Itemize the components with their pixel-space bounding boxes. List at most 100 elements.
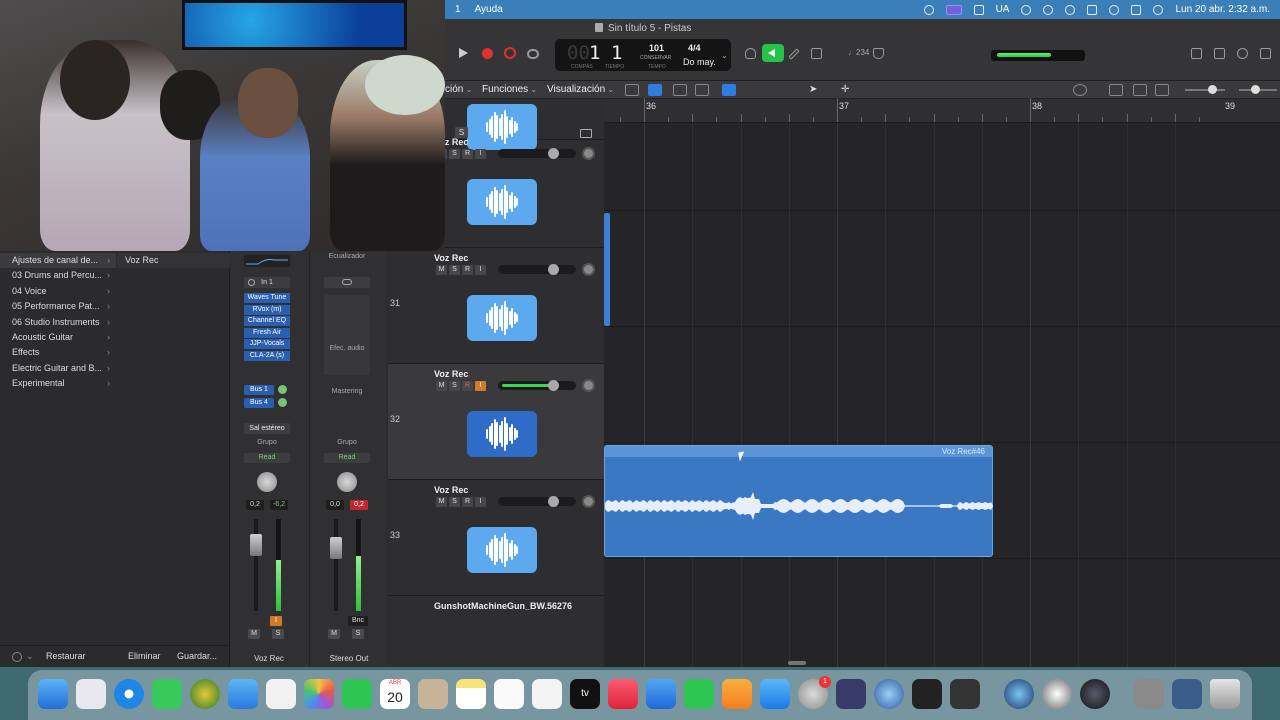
lcd-display[interactable]: 00 1 1 COMPÁS TIEMPO 101 CONSERVAR TEMPO… — [555, 39, 731, 71]
eq-thumbnail[interactable] — [244, 255, 290, 267]
group-slot[interactable]: Grupo — [244, 439, 290, 446]
track-volume-slider[interactable] — [498, 148, 576, 159]
save-button[interactable]: Guardar... — [177, 651, 217, 661]
group-slot[interactable]: Grupo — [324, 439, 370, 446]
mute-button[interactable]: M — [248, 629, 260, 639]
music-icon[interactable] — [608, 679, 638, 709]
mute-button[interactable]: M — [328, 629, 340, 639]
settings-icon[interactable] — [12, 652, 22, 662]
mute-button[interactable]: M — [436, 497, 447, 507]
menu-view[interactable]: Visualización — [547, 84, 614, 95]
waveform-zoom-icon[interactable] — [1109, 84, 1123, 96]
status-icon[interactable] — [923, 4, 934, 15]
reminders-icon[interactable] — [494, 679, 524, 709]
freeform-icon[interactable] — [532, 679, 562, 709]
notepad-icon[interactable] — [1214, 48, 1225, 59]
recent-screenshot-icon[interactable] — [1172, 679, 1202, 709]
link-icon[interactable] — [324, 277, 370, 288]
cycle-button[interactable] — [527, 49, 539, 59]
library-category[interactable]: Electric Guitar and B... › — [0, 361, 116, 376]
record-enable-button[interactable]: R — [462, 497, 473, 507]
horizontal-zoom-handle[interactable] — [1251, 85, 1260, 94]
tracks-zoom-icon[interactable] — [1155, 84, 1169, 96]
pan-knob[interactable] — [337, 472, 357, 492]
library-patch[interactable]: Voz Rec — [117, 253, 230, 269]
metronome-icon[interactable] — [873, 48, 884, 59]
pan-knob[interactable] — [257, 472, 277, 492]
automation-mode[interactable]: Read — [324, 453, 370, 463]
menubar-clock[interactable]: Lun 20 abr. 2:32 a.m. — [1175, 4, 1270, 15]
library-category[interactable]: Experimental › — [0, 376, 116, 391]
browser-icon[interactable] — [1260, 48, 1271, 59]
menu-edit[interactable]: ción — [445, 84, 472, 95]
waves-central-icon[interactable] — [1004, 679, 1034, 709]
track-volume-slider[interactable] — [498, 496, 576, 507]
audio-app-icon[interactable] — [874, 679, 904, 709]
input-monitor-button[interactable]: I — [270, 616, 282, 626]
control-center-icon[interactable] — [1131, 4, 1142, 15]
input-format-icon[interactable] — [248, 279, 255, 286]
menu-item-window[interactable]: 1 — [455, 4, 461, 15]
menu-functions[interactable]: Funciones — [482, 84, 537, 95]
plugin-slot[interactable]: CLA-2A (s) — [244, 350, 290, 361]
record-button[interactable] — [482, 48, 493, 59]
clock-icon[interactable] — [1043, 4, 1054, 15]
messages-icon[interactable] — [152, 679, 182, 709]
input-monitor-button[interactable]: I — [475, 149, 486, 159]
input-language[interactable]: UA — [996, 4, 1010, 15]
disk-utility-icon[interactable] — [1042, 679, 1072, 709]
audio-track-icon[interactable] — [467, 179, 537, 225]
app-store-icon[interactable] — [760, 679, 790, 709]
track-name[interactable]: Voz Rec — [434, 369, 468, 379]
plugin-slot[interactable]: Fresh Air — [244, 327, 290, 338]
track-volume-slider[interactable] — [498, 264, 576, 275]
track-name[interactable]: Voz Rec — [434, 253, 468, 263]
plugin-slot[interactable]: Channel EQ — [244, 316, 290, 326]
flex-icon[interactable] — [695, 84, 709, 96]
track-pan-knob[interactable] — [582, 379, 595, 392]
send-level-knob[interactable] — [278, 385, 287, 394]
solo-button[interactable]: S — [449, 149, 460, 159]
maps-icon[interactable] — [266, 679, 296, 709]
bounce-button[interactable]: Bnc — [348, 616, 368, 626]
mute-button[interactable]: M — [436, 381, 447, 391]
safari-icon[interactable] — [114, 679, 144, 709]
keynote-icon[interactable] — [646, 679, 676, 709]
pencil-icon[interactable] — [788, 48, 800, 60]
track-header[interactable]: GunshotMachineGun_BW.56276 — [388, 596, 604, 667]
facetime-icon[interactable] — [342, 679, 372, 709]
record-enable-button[interactable]: R — [462, 381, 473, 391]
library-category[interactable]: 05 Performance Pat... › — [0, 299, 116, 314]
library-category[interactable]: Ajustes de canal de... › — [0, 253, 116, 269]
audio-track-icon[interactable] — [467, 527, 537, 573]
global-solo-button[interactable]: S — [455, 127, 468, 138]
audio-fx-area[interactable] — [324, 295, 370, 375]
obs-icon[interactable] — [1080, 679, 1110, 709]
solo-button[interactable]: S — [352, 629, 364, 639]
audio-track-icon[interactable] — [467, 295, 537, 341]
input-monitor-button[interactable]: I — [475, 265, 486, 275]
menu-item-help[interactable]: Ayuda — [475, 4, 503, 15]
plugin-slot[interactable]: RVox (m) — [244, 304, 290, 315]
chevron-down-icon[interactable]: ⌄ — [721, 51, 728, 60]
solo-button[interactable]: S — [449, 497, 460, 507]
volume-fader-handle[interactable] — [330, 537, 342, 559]
grid-view-icon[interactable] — [625, 84, 639, 96]
vertical-zoom-handle[interactable] — [1208, 85, 1217, 94]
record-enable-button[interactable]: R — [462, 149, 473, 159]
record-enable-button[interactable]: R — [462, 265, 473, 275]
solo-button[interactable]: S — [272, 629, 284, 639]
mute-button[interactable]: M — [436, 265, 447, 275]
audio-track-icon[interactable] — [467, 411, 537, 457]
input-monitor-button[interactable]: I — [475, 497, 486, 507]
notes-icon[interactable] — [456, 679, 486, 709]
pages-icon[interactable] — [722, 679, 752, 709]
library-category[interactable]: 03 Drums and Percu... › — [0, 268, 116, 283]
plugin-slot[interactable]: JJP-Vocals — [244, 339, 290, 349]
input-monitor-button[interactable]: I — [475, 381, 486, 391]
plugin-manager-icon[interactable] — [912, 679, 942, 709]
score-icon[interactable] — [811, 48, 822, 59]
volume-slider-handle[interactable] — [548, 380, 559, 391]
automation-icon[interactable] — [673, 84, 687, 96]
track-view-icon[interactable] — [580, 129, 592, 138]
